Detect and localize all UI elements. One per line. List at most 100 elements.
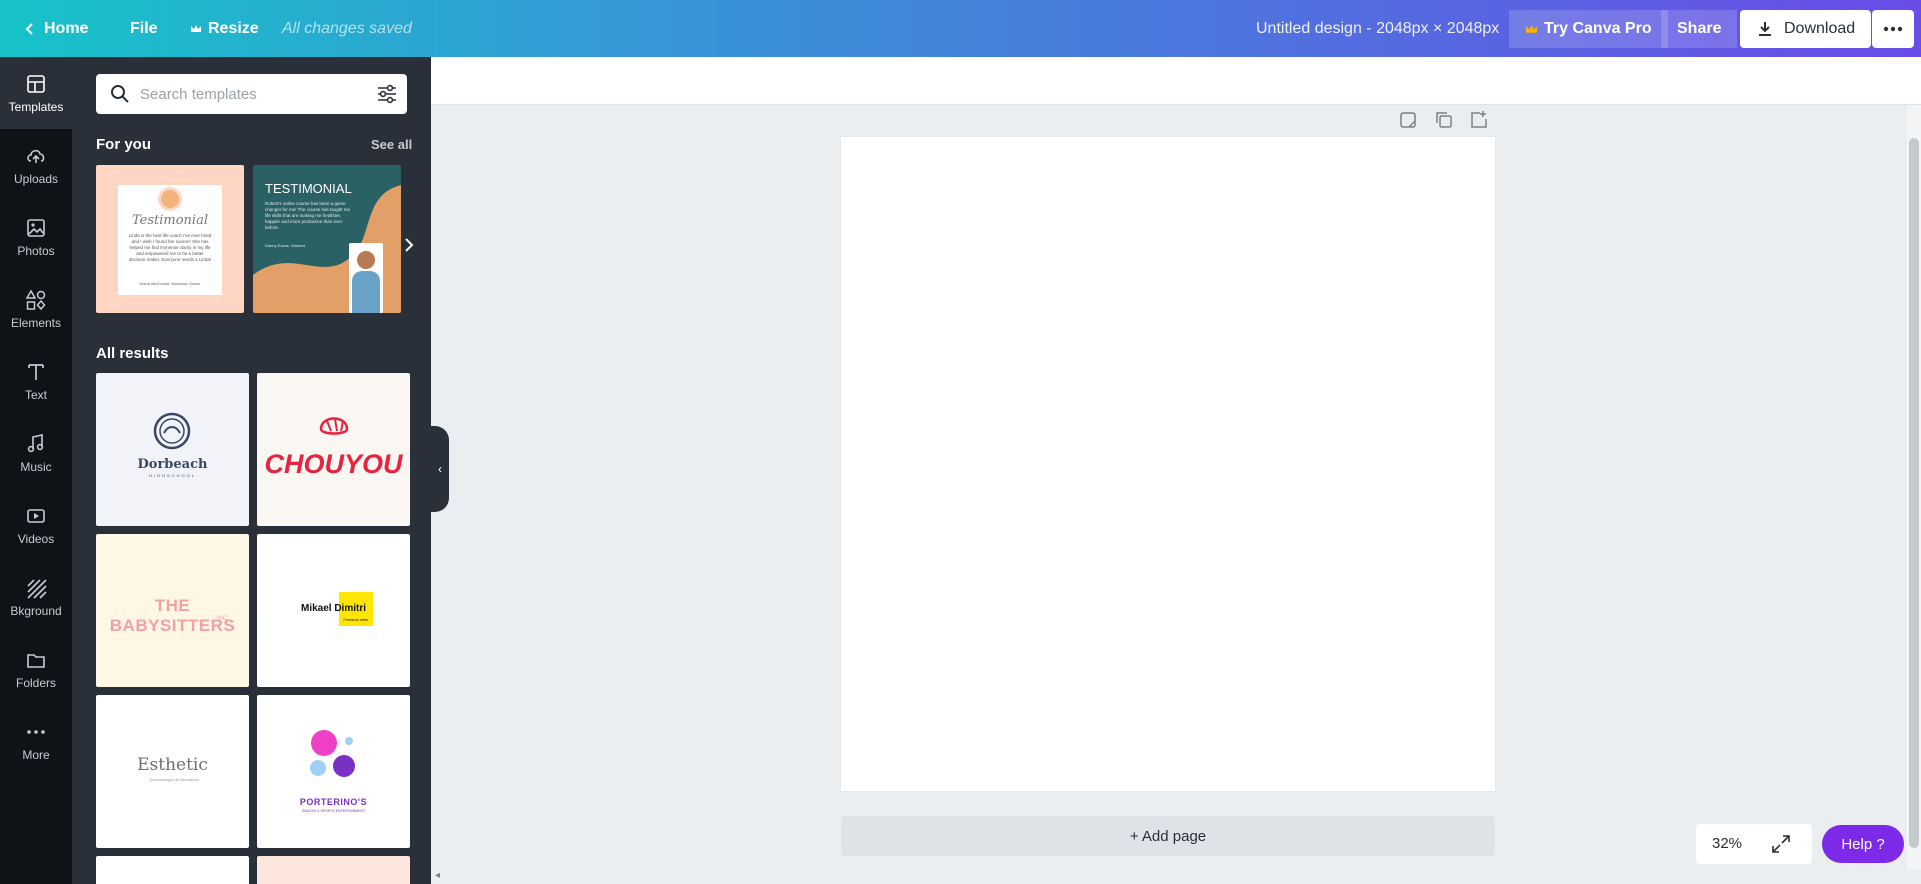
- canvas-workspace: + Add page 32% Help ? ◂: [431, 57, 1921, 884]
- try-pro-button[interactable]: Try Canva Pro: [1509, 10, 1668, 48]
- template-thumb-babysitters[interactable]: THE BABYSITTERS INC.: [96, 534, 249, 687]
- share-button[interactable]: Share: [1661, 10, 1738, 48]
- scroll-left-icon[interactable]: ◂: [435, 870, 440, 881]
- rail-item-folders[interactable]: Folders: [0, 633, 72, 705]
- zoom-control: 32%: [1696, 824, 1812, 864]
- template-title: Testimonial: [131, 213, 208, 228]
- download-button[interactable]: Download: [1740, 10, 1872, 48]
- rail-label: Music: [20, 459, 52, 474]
- editor-toolbar: [431, 57, 1921, 105]
- rail-item-templates[interactable]: Templates: [0, 57, 72, 129]
- file-button[interactable]: File: [120, 12, 168, 45]
- video-icon: [27, 508, 45, 523]
- rail-label: Videos: [17, 531, 55, 546]
- home-button[interactable]: Home: [12, 12, 98, 45]
- vertical-scrollbar[interactable]: [1907, 105, 1921, 870]
- music-note-icon: [27, 433, 44, 452]
- template-sub: Dermatologia de laboratorio: [149, 777, 199, 782]
- folder-icon: [27, 653, 45, 668]
- canva-editor: Home File Resize All changes saved Untit…: [0, 0, 1921, 884]
- template-name: CHOUYOU: [264, 449, 403, 479]
- template-thumb-partial-2[interactable]: [257, 856, 410, 884]
- resize-label: Resize: [208, 19, 259, 37]
- add-page-button[interactable]: + Add page: [841, 816, 1495, 856]
- rail-label: Elements: [10, 315, 62, 330]
- template-thumb-partial-1[interactable]: [96, 856, 249, 884]
- see-all-link[interactable]: See all: [371, 137, 412, 152]
- template-thumb-porterinos[interactable]: PORTERINO'S SNACKS & SPORTS ENTERTAINMEN…: [257, 695, 410, 848]
- photo-card: [349, 243, 383, 313]
- rail-item-videos[interactable]: Videos: [0, 489, 72, 561]
- person-body: [352, 271, 380, 313]
- dumpling-icon: [319, 417, 349, 435]
- search-icon: [111, 85, 129, 103]
- template-thumb-chouyou[interactable]: CHOUYOU: [257, 373, 410, 526]
- template-title: TESTIMONIAL: [265, 181, 352, 196]
- template-name: Esthetic: [137, 755, 208, 775]
- template-thumb-dorbeach[interactable]: Dorbeach HIGHSCHOOL: [96, 373, 249, 526]
- dots-horizontal-icon: [1883, 26, 1903, 32]
- rail-item-photos[interactable]: Photos: [0, 201, 72, 273]
- filter-sliders-icon[interactable]: [376, 83, 398, 105]
- top-bar: Home File Resize All changes saved Untit…: [0, 0, 1921, 57]
- design-page[interactable]: [841, 137, 1495, 791]
- search-box: [96, 74, 407, 114]
- chevron-left-icon: [25, 22, 33, 35]
- rail-label: Templates: [8, 99, 64, 114]
- template-credit: Diana McDonald, Business Owner: [139, 281, 201, 286]
- for-you-heading: For you: [96, 136, 151, 153]
- rail-label: Uploads: [13, 171, 59, 186]
- template-thumb-testimonial-1[interactable]: Testimonial Linda is the best life coach…: [96, 165, 244, 313]
- rail-label: Bkground: [10, 603, 62, 618]
- chevron-left-icon: ‹: [438, 462, 442, 476]
- template-name: Mikael Dimitri: [300, 603, 367, 614]
- template-sub: INC.: [217, 616, 229, 622]
- template-body: Linda is the best life coach I've ever h…: [128, 233, 212, 262]
- text-icon: [28, 363, 44, 380]
- avatar: [158, 187, 182, 211]
- template-credit: Danny Evans, Student: [265, 243, 305, 248]
- all-results-heading: All results: [96, 345, 169, 362]
- bubbles-icon: [310, 730, 355, 777]
- template-name: PORTERINO'S: [299, 797, 368, 807]
- try-pro-label: Try Canva Pro: [1544, 20, 1652, 37]
- rail-item-text[interactable]: Text: [0, 345, 72, 417]
- rail-label: More: [22, 747, 50, 762]
- template-thumb-testimonial-2[interactable]: TESTIMONIAL Robert's online course has b…: [253, 165, 401, 313]
- design-title[interactable]: Untitled design - 2048px × 2048px: [1256, 12, 1499, 45]
- card-body: Testimonial Linda is the best life coach…: [118, 185, 222, 295]
- scrollbar-thumb[interactable]: [1909, 138, 1919, 848]
- template-thumb-esthetic[interactable]: Esthetic Dermatologia de laboratorio: [96, 695, 249, 848]
- zoom-level[interactable]: 32%: [1712, 835, 1742, 852]
- duplicate-page-icon[interactable]: [1433, 109, 1455, 131]
- person-head: [357, 251, 375, 269]
- collapse-panel-button[interactable]: ‹: [431, 426, 449, 512]
- background-hatch-icon: [27, 578, 47, 599]
- templates-icon: [27, 74, 45, 93]
- rail-item-uploads[interactable]: Uploads: [0, 129, 72, 201]
- rail-label: Folders: [15, 675, 56, 690]
- rail-item-more[interactable]: More: [0, 705, 72, 777]
- save-status: All changes saved: [282, 19, 412, 37]
- shapes-icon: [25, 288, 46, 310]
- dots-icon: [27, 729, 45, 734]
- help-button[interactable]: Help ?: [1822, 825, 1904, 863]
- download-icon: [1759, 22, 1771, 36]
- rail-item-background[interactable]: Bkground: [0, 561, 72, 633]
- side-rail: Templates Uploads Photos Elements Text M…: [0, 57, 72, 884]
- rail-label: Photos: [17, 243, 55, 258]
- dorbeach-logo-icon: [153, 412, 191, 450]
- chevron-right-icon[interactable]: [396, 232, 422, 258]
- notes-icon[interactable]: [1397, 109, 1419, 131]
- search-input[interactable]: [140, 82, 360, 106]
- fullscreen-icon[interactable]: [1770, 833, 1792, 855]
- template-thumb-mikael[interactable]: Mikael Dimitri Freelance writer: [257, 534, 410, 687]
- crown-icon: [191, 24, 201, 32]
- rail-item-music[interactable]: Music: [0, 417, 72, 489]
- template-sub: Freelance writer: [343, 618, 369, 622]
- resize-button[interactable]: Resize: [180, 12, 269, 45]
- template-sub: SNACKS & SPORTS ENTERTAINMENT: [301, 809, 366, 813]
- rail-item-elements[interactable]: Elements: [0, 273, 72, 345]
- add-page-icon[interactable]: [1468, 109, 1490, 131]
- more-options-button[interactable]: [1872, 10, 1914, 48]
